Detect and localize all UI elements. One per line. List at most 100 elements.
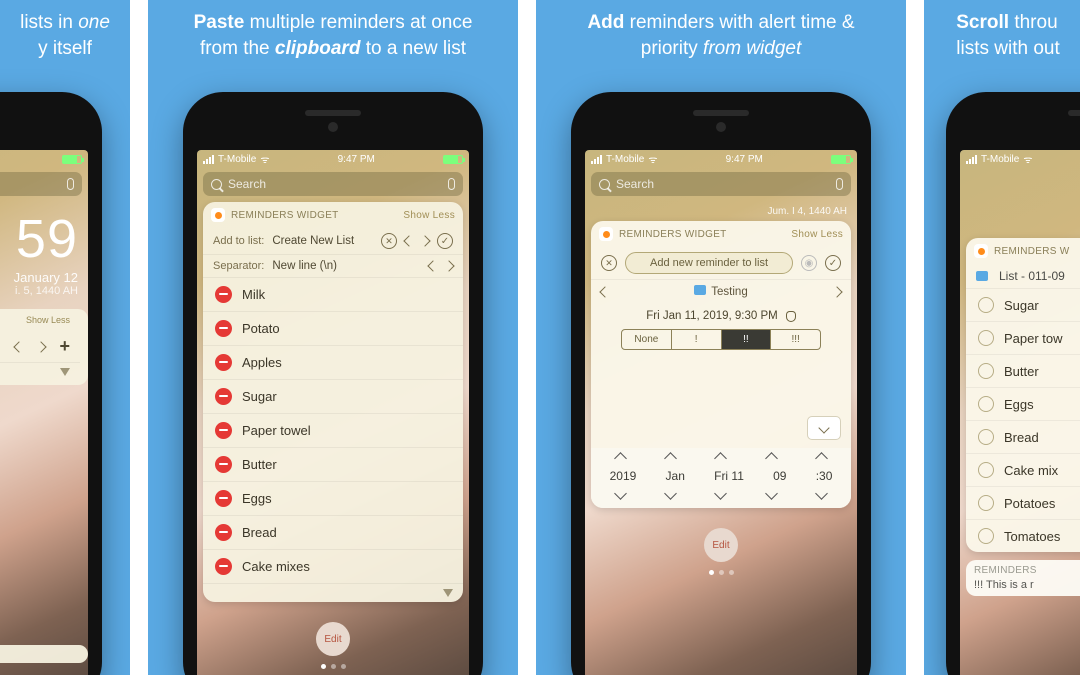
list-item[interactable]: Apples [203,345,463,379]
item-label: Paper tow [1004,331,1063,346]
search-field[interactable]: Search [591,172,851,196]
checkbox-icon[interactable] [978,363,994,379]
list-item[interactable]: Bread [203,515,463,549]
reminders-widget[interactable]: REMINDERS WIDGET Show Less Add to list: … [203,202,463,602]
priority-option[interactable]: !! [721,330,771,349]
list-item[interactable]: Potatoes [966,486,1080,519]
list-next[interactable] [831,286,842,297]
separator-value[interactable]: New line (\n) [272,260,337,272]
list-item[interactable]: Tomatoes [966,519,1080,552]
item-label: Sugar [1004,298,1039,313]
list-item[interactable]: Eggs [966,387,1080,420]
remove-icon[interactable] [215,286,232,303]
checkbox-icon[interactable] [978,396,994,412]
remove-icon[interactable] [215,558,232,575]
confirm-button[interactable] [825,255,841,271]
edit-button[interactable]: Edit [704,528,738,562]
search-field[interactable]: Search [203,172,463,196]
signal-icon [966,155,977,164]
clear-list-button[interactable] [381,233,397,249]
list-next[interactable] [36,341,47,352]
bell-icon[interactable] [786,311,796,322]
month-down[interactable] [664,487,677,500]
day-down[interactable] [715,487,728,500]
remove-icon[interactable] [215,354,232,371]
priority-option[interactable]: ! [671,330,721,349]
status-bar: T-Mobileᯤ 9:47 PM [585,150,857,168]
hour-down[interactable] [765,487,778,500]
checkbox-icon[interactable] [978,462,994,478]
expand-icon[interactable] [443,589,453,597]
list-item[interactable]: Butter [966,354,1080,387]
list-item[interactable]: Potato [203,311,463,345]
list-item[interactable]: Bread [966,420,1080,453]
list-next[interactable] [419,235,430,246]
list-item[interactable]: Butter [203,447,463,481]
show-less-link[interactable]: Show Less [791,229,843,240]
cancel-button[interactable] [601,255,617,271]
sep-prev[interactable] [427,260,438,271]
datetime-value[interactable]: Fri Jan 11, 2019, 9:30 PM [646,310,777,322]
checkbox-icon[interactable] [978,528,994,544]
picker-min: :30 [816,469,833,483]
addto-value[interactable]: Create New List [272,235,354,247]
remove-icon[interactable] [215,490,232,507]
remove-icon[interactable] [215,456,232,473]
priority-option[interactable]: None [622,330,671,349]
reminders-widget[interactable]: REMINDERS W List - 011-09 SugarPaper tow… [966,238,1080,552]
mic-icon[interactable] [836,178,843,190]
list-item[interactable]: Paper tow [966,321,1080,354]
list-item[interactable]: Sugar [966,288,1080,321]
status-bar: T-Mobileᯤ [960,150,1080,168]
show-less-link[interactable]: Show Less [0,313,80,331]
list-prev[interactable] [403,235,414,246]
clock-alt-date: i. 5, 1440 AH [0,285,78,297]
widget-card[interactable]: Show Less + [0,309,88,385]
date-picker[interactable]: 2019 Jan Fri 11 09 :30 [591,448,851,508]
app-icon [599,227,613,241]
item-label: Eggs [1004,397,1034,412]
list-item[interactable]: Paper towel [203,413,463,447]
priority-segmented[interactable]: None!!!!!! [621,329,821,350]
year-down[interactable] [614,487,627,500]
checkbox-icon[interactable] [978,297,994,313]
secondary-widget[interactable]: REMINDERS !!! This is a r [966,560,1080,596]
list-title[interactable]: List - 011-09 [999,269,1065,283]
list-item[interactable]: Cake mix [966,453,1080,486]
show-less-link[interactable]: Show Less [403,210,455,221]
list-prev[interactable] [599,286,610,297]
remove-icon[interactable] [215,388,232,405]
priority-option[interactable]: !!! [770,330,820,349]
list-item[interactable]: Sugar [203,379,463,413]
collapse-button[interactable] [807,416,841,440]
remove-icon[interactable] [215,524,232,541]
reminders-widget[interactable]: REMINDERS WIDGET Show Less Add new remin… [591,221,851,508]
confirm-button[interactable] [437,233,453,249]
search-field[interactable] [0,172,82,196]
expand-icon[interactable] [60,368,70,376]
checkbox-icon[interactable] [978,429,994,445]
list-name[interactable]: Testing [711,286,747,298]
add-button[interactable]: + [59,336,70,357]
remove-icon[interactable] [215,422,232,439]
edit-button[interactable]: Edit [316,622,350,656]
status-bar: T-Mobileᯤ 9:47 PM [197,150,469,168]
list-prev[interactable] [14,341,25,352]
list-item[interactable]: Eggs [203,481,463,515]
list-item[interactable]: Milk [203,277,463,311]
page-dots[interactable] [585,570,857,585]
search-placeholder: Search [616,177,654,191]
secondary-title: REMINDERS [974,565,1080,576]
page-dots[interactable] [197,664,469,675]
min-down[interactable] [815,487,828,500]
checkbox-icon[interactable] [978,330,994,346]
mic-icon[interactable] [67,178,74,190]
sep-next[interactable] [443,260,454,271]
dictate-button[interactable]: ◉ [801,255,817,271]
remove-icon[interactable] [215,320,232,337]
item-label: Paper towel [242,423,311,438]
checkbox-icon[interactable] [978,495,994,511]
list-item[interactable]: Cake mixes [203,549,463,583]
new-reminder-input[interactable]: Add new reminder to list [625,252,793,274]
mic-icon[interactable] [448,178,455,190]
